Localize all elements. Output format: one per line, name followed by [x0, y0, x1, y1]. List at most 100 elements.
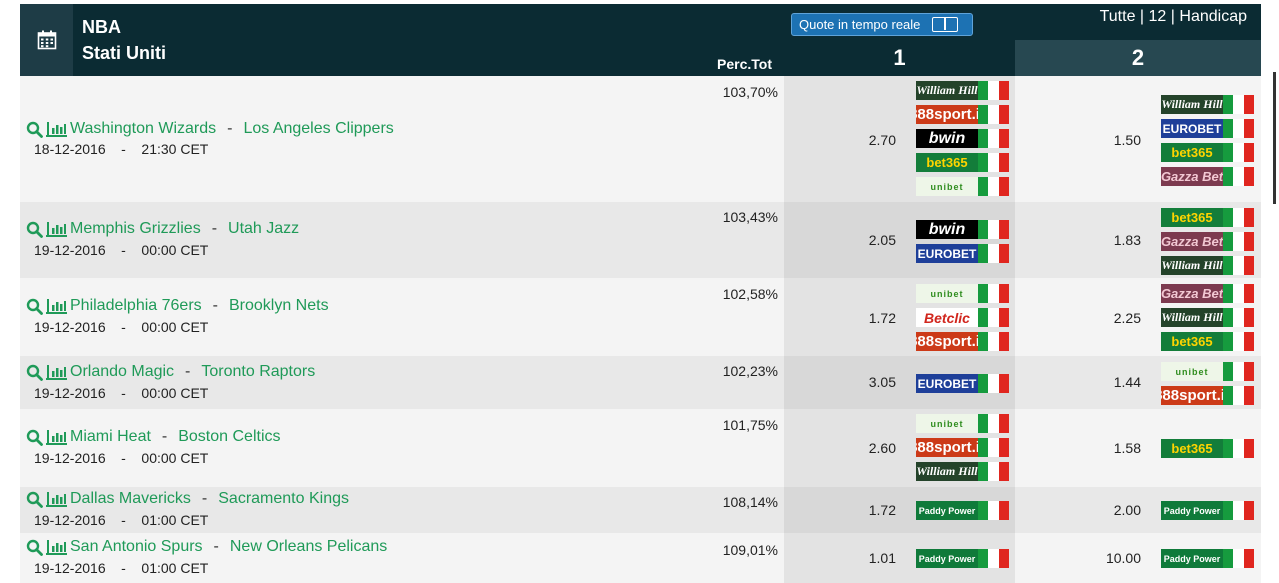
- bookmaker-badge[interactable]: William Hill: [1161, 256, 1254, 275]
- bookmaker-badge[interactable]: EUROBET: [916, 244, 1009, 263]
- stats-chart-icon[interactable]: [46, 364, 67, 380]
- bookmaker-logo: bwin: [916, 129, 978, 148]
- search-icon[interactable]: [26, 221, 43, 238]
- scrollbar[interactable]: [1273, 72, 1276, 204]
- calendar-icon[interactable]: [20, 4, 73, 76]
- filter-tutte[interactable]: Tutte: [1100, 8, 1136, 25]
- bookmaker-badge[interactable]: Paddy Power: [1161, 501, 1254, 520]
- bookmaker-badge[interactable]: bwin: [916, 129, 1009, 148]
- bookmaker-badge[interactable]: 888sport.it: [916, 332, 1009, 351]
- away-team-link[interactable]: Toronto Raptors: [201, 363, 315, 381]
- bookmaker-badge[interactable]: bet365: [1161, 208, 1254, 227]
- payout-percentage: 102,58%: [722, 286, 778, 302]
- bookmaker-badge[interactable]: bet365: [1161, 143, 1254, 162]
- team-separator: -: [213, 538, 219, 555]
- bookmaker-badge[interactable]: 888sport.it: [916, 105, 1009, 124]
- stats-chart-icon[interactable]: [46, 121, 67, 137]
- bookmaker-badge[interactable]: William Hill: [1161, 308, 1254, 327]
- match-date: 19-12-2016: [34, 512, 106, 528]
- bookmaker-badge[interactable]: Betclic: [916, 308, 1009, 327]
- odds-2-value[interactable]: 2.25: [1085, 310, 1141, 326]
- filter-separator: |: [1170, 8, 1175, 25]
- bookmaker-badge[interactable]: EUROBET: [916, 374, 1009, 393]
- payout-percentage: 109,01%: [722, 542, 778, 558]
- bookmaker-logo: EUROBET: [916, 374, 978, 393]
- bookmaker-badge[interactable]: bet365: [1161, 439, 1254, 458]
- bookmaker-badge[interactable]: Gazza Bet: [1161, 284, 1254, 303]
- stats-chart-icon[interactable]: [46, 539, 67, 555]
- bookmaker-badge[interactable]: Paddy Power: [916, 549, 1009, 568]
- home-team-link[interactable]: Dallas Mavericks: [70, 490, 191, 508]
- odds-1-value[interactable]: 2.60: [840, 440, 896, 456]
- search-icon[interactable]: [26, 491, 43, 508]
- match-teams: Washington Wizards - Los Angeles Clipper…: [26, 120, 394, 138]
- bookmaker-badge[interactable]: 888sport.it: [1161, 386, 1254, 405]
- payout-percentage: 108,14%: [722, 494, 778, 510]
- odds-1-value[interactable]: 2.05: [840, 232, 896, 248]
- bookmaker-badge[interactable]: Gazza Bet: [1161, 232, 1254, 251]
- match-datetime: 19-12-2016 - 01:00 CET: [34, 512, 209, 528]
- odds-2-value[interactable]: 1.44: [1085, 374, 1141, 390]
- odds-1-value[interactable]: 2.70: [840, 132, 896, 148]
- stats-chart-icon[interactable]: [46, 491, 67, 507]
- away-team-link[interactable]: Boston Celtics: [178, 428, 280, 446]
- search-icon[interactable]: [26, 364, 43, 381]
- bookmaker-logo: 888sport.it: [916, 438, 978, 457]
- bookmaker-badge[interactable]: 888sport.it: [916, 438, 1009, 457]
- odds-2-value[interactable]: 1.50: [1085, 132, 1141, 148]
- away-team-link[interactable]: New Orleans Pelicans: [230, 538, 387, 556]
- bookmaker-badge[interactable]: William Hill: [916, 462, 1009, 481]
- away-team-link[interactable]: Utah Jazz: [228, 220, 299, 238]
- home-team-link[interactable]: Washington Wizards: [70, 120, 216, 138]
- stats-chart-icon[interactable]: [46, 429, 67, 445]
- italy-flag-icon: [978, 332, 1009, 351]
- bookmaker-badge[interactable]: unibet: [916, 177, 1009, 196]
- odds-1-value[interactable]: 1.01: [840, 550, 896, 566]
- bookmaker-badge[interactable]: EUROBET: [1161, 119, 1254, 138]
- search-icon[interactable]: [26, 121, 43, 138]
- match-row: San Antonio Spurs - New Orleans Pelicans…: [20, 533, 1261, 583]
- home-team-link[interactable]: Memphis Grizzlies: [70, 220, 201, 238]
- bookmaker-badge[interactable]: Paddy Power: [916, 501, 1009, 520]
- search-icon[interactable]: [26, 539, 43, 556]
- stats-chart-icon[interactable]: [46, 298, 67, 314]
- bookmaker-badge[interactable]: William Hill: [916, 81, 1009, 100]
- home-team-link[interactable]: San Antonio Spurs: [70, 538, 203, 556]
- bookmaker-badge[interactable]: Paddy Power: [1161, 549, 1254, 568]
- odds-2-value[interactable]: 1.58: [1085, 440, 1141, 456]
- team-separator: -: [211, 220, 218, 237]
- search-icon[interactable]: [26, 429, 43, 446]
- odds-1-value[interactable]: 1.72: [840, 502, 896, 518]
- away-team-link[interactable]: Brooklyn Nets: [229, 297, 329, 315]
- italy-flag-icon: [978, 501, 1009, 520]
- bookmaker-logo: unibet: [916, 414, 978, 433]
- odds-2-value[interactable]: 10.00: [1085, 550, 1141, 566]
- away-team-link[interactable]: Los Angeles Clippers: [243, 120, 393, 138]
- live-odds-toggle-button[interactable]: Quote in tempo reale: [791, 13, 973, 36]
- odds-1-value[interactable]: 1.72: [840, 310, 896, 326]
- match-time: 01:00 CET: [141, 512, 209, 528]
- bookmaker-badge[interactable]: bwin: [916, 220, 1009, 239]
- bookmaker-badge[interactable]: Gazza Bet: [1161, 167, 1254, 186]
- bookmaker-badge[interactable]: unibet: [916, 414, 1009, 433]
- filter-handicap[interactable]: Handicap: [1179, 8, 1247, 25]
- away-team-link[interactable]: Sacramento Kings: [218, 490, 349, 508]
- odds-2-value[interactable]: 1.83: [1085, 232, 1141, 248]
- match-row: Memphis Grizzlies - Utah Jazz 19-12-2016…: [20, 202, 1261, 278]
- bookmaker-badge[interactable]: William Hill: [1161, 95, 1254, 114]
- match-teams: Philadelphia 76ers - Brooklyn Nets: [26, 297, 329, 315]
- home-team-link[interactable]: Miami Heat: [70, 428, 151, 446]
- filter-12[interactable]: 12: [1149, 8, 1167, 25]
- bookmaker-badge[interactable]: unibet: [916, 284, 1009, 303]
- bookmaker-badge[interactable]: bet365: [916, 153, 1009, 172]
- home-team-link[interactable]: Orlando Magic: [70, 363, 174, 381]
- home-team-link[interactable]: Philadelphia 76ers: [70, 297, 202, 315]
- odds-1-value[interactable]: 3.05: [840, 374, 896, 390]
- bookmaker-badge[interactable]: bet365: [1161, 332, 1254, 351]
- stats-chart-icon[interactable]: [46, 221, 67, 237]
- italy-flag-icon: [978, 220, 1009, 239]
- odds-2-value[interactable]: 2.00: [1085, 502, 1141, 518]
- bookmaker-badge[interactable]: unibet: [1161, 362, 1254, 381]
- team-separator: -: [201, 490, 208, 507]
- search-icon[interactable]: [26, 298, 43, 315]
